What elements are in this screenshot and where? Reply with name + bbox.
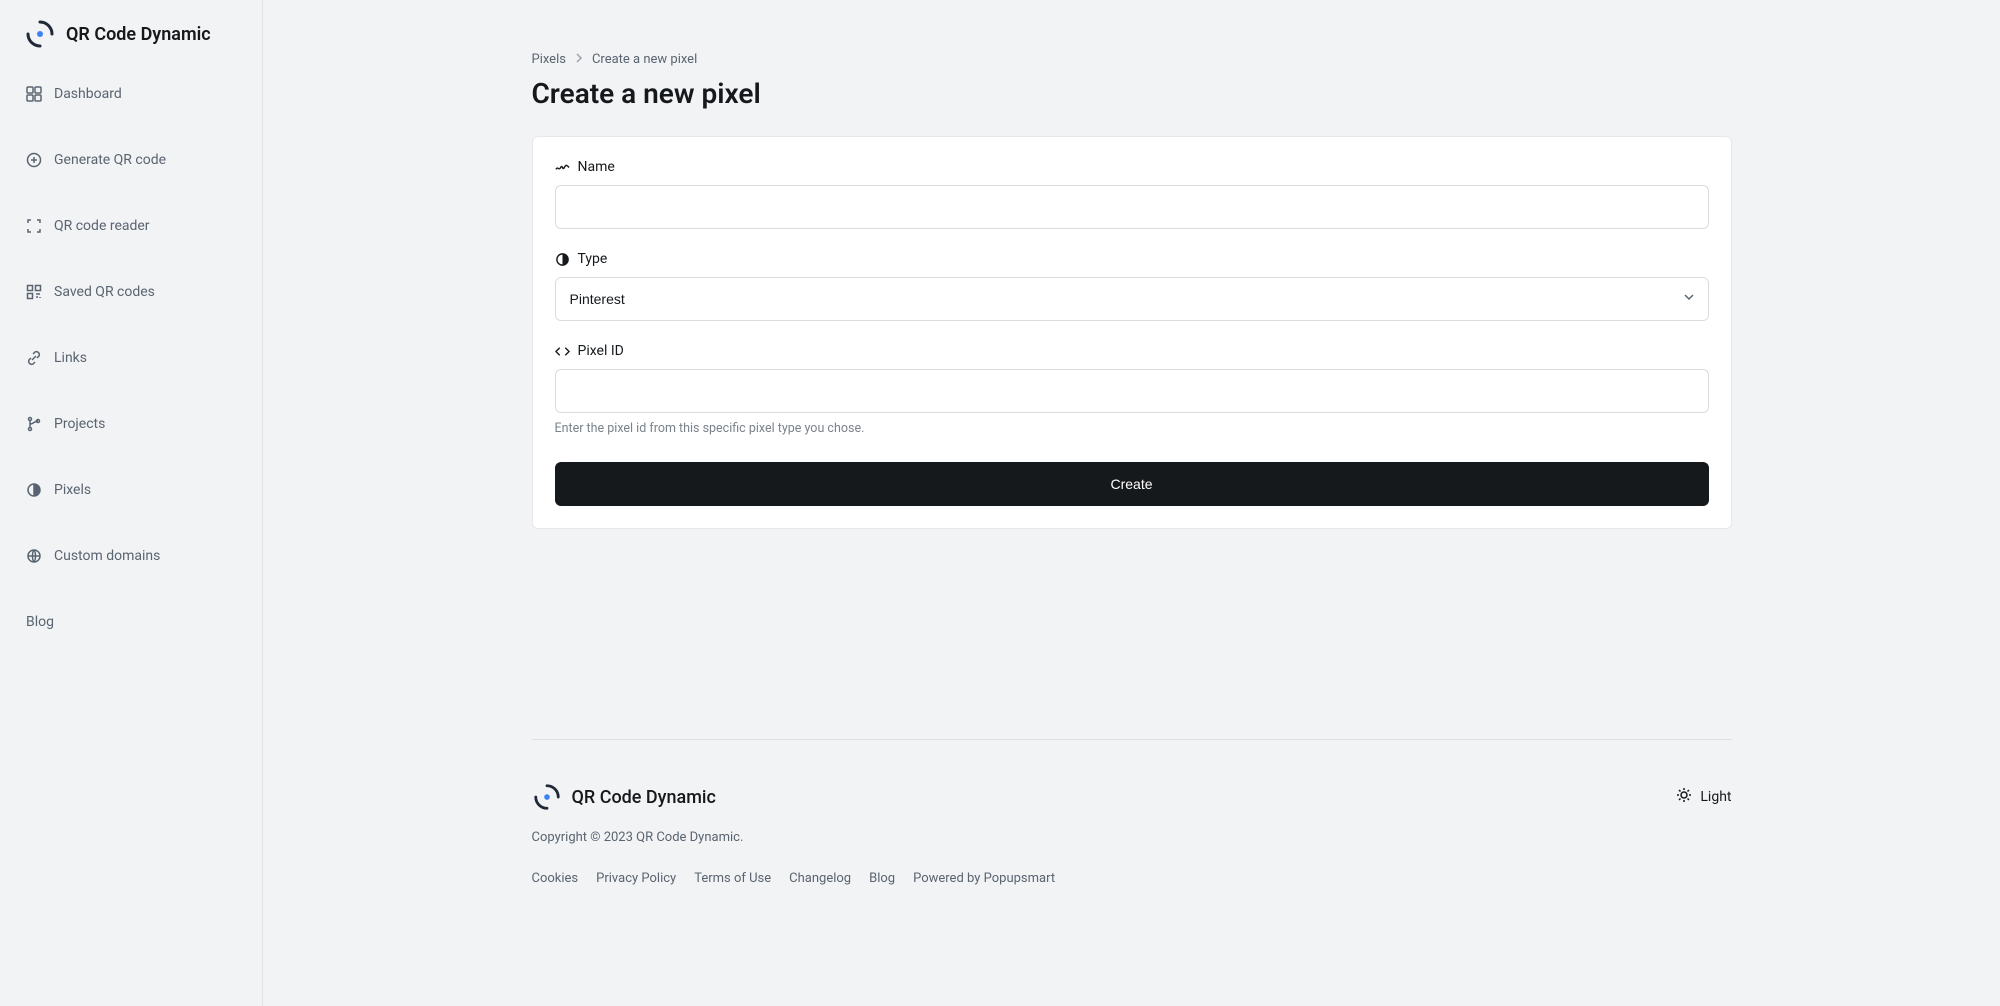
name-input[interactable] [555, 185, 1709, 229]
footer-links: Cookies Privacy Policy Terms of Use Chan… [532, 871, 1732, 886]
breadcrumb-pixels-link[interactable]: Pixels [532, 52, 566, 67]
sidebar-item-generate-qr[interactable]: Generate QR code [12, 138, 250, 182]
grid-icon [26, 86, 42, 102]
pixel-id-label: Pixel ID [555, 343, 1709, 359]
brand-name: QR Code Dynamic [66, 24, 211, 45]
form-group-pixel-id: Pixel ID Enter the pixel id from this sp… [555, 343, 1709, 436]
adjust-icon [555, 252, 570, 267]
brand-logo[interactable]: QR Code Dynamic [0, 18, 262, 72]
theme-toggle[interactable]: Light [1676, 787, 1731, 807]
branch-icon [26, 416, 42, 432]
breadcrumb: Pixels Create a new pixel [532, 0, 1732, 67]
footer-link-terms[interactable]: Terms of Use [694, 871, 771, 886]
sidebar-item-dashboard[interactable]: Dashboard [12, 72, 250, 116]
sun-icon [1676, 787, 1692, 807]
sidebar-item-projects[interactable]: Projects [12, 402, 250, 446]
page-title: Create a new pixel [532, 77, 1732, 110]
sidebar-item-pixels[interactable]: Pixels [12, 468, 250, 512]
scan-icon [26, 218, 42, 234]
breadcrumb-current: Create a new pixel [592, 52, 697, 67]
code-icon [555, 344, 570, 359]
plus-circle-icon [26, 152, 42, 168]
chevron-right-icon [574, 52, 584, 67]
signature-icon [555, 160, 570, 175]
adjust-icon [26, 482, 42, 498]
page-footer: QR Code Dynamic Light Copyright © 2023 Q… [532, 739, 1732, 1006]
theme-label: Light [1700, 789, 1731, 805]
sidebar-item-label: Links [54, 350, 87, 366]
type-select[interactable]: Pinterest [555, 277, 1709, 321]
logo-mark-icon [532, 782, 562, 812]
sidebar-item-label: Projects [54, 416, 105, 432]
footer-link-changelog[interactable]: Changelog [789, 871, 851, 886]
name-label: Name [555, 159, 1709, 175]
sidebar-nav: Dashboard Generate QR code QR code reade… [0, 72, 262, 664]
sidebar-item-qr-reader[interactable]: QR code reader [12, 204, 250, 248]
link-icon [26, 350, 42, 366]
footer-link-blog[interactable]: Blog [869, 871, 895, 886]
form-group-type: Type Pinterest [555, 251, 1709, 321]
sidebar-item-label: QR code reader [54, 218, 150, 234]
sidebar-item-label: Pixels [54, 482, 91, 498]
sidebar: QR Code Dynamic Dashboard Generate QR co… [0, 0, 263, 1006]
sidebar-item-blog[interactable]: Blog [12, 600, 250, 644]
logo-mark-icon [24, 18, 56, 50]
sidebar-item-label: Blog [26, 614, 54, 630]
form-group-name: Name [555, 159, 1709, 229]
sidebar-item-saved-qr[interactable]: Saved QR codes [12, 270, 250, 314]
sidebar-item-label: Generate QR code [54, 152, 166, 168]
copyright-text: Copyright © 2023 QR Code Dynamic. [532, 830, 1732, 845]
sidebar-item-label: Custom domains [54, 548, 160, 564]
sidebar-item-links[interactable]: Links [12, 336, 250, 380]
pixel-id-input[interactable] [555, 369, 1709, 413]
create-button[interactable]: Create [555, 462, 1709, 506]
pixel-id-help-text: Enter the pixel id from this specific pi… [555, 421, 1709, 436]
sidebar-item-custom-domains[interactable]: Custom domains [12, 534, 250, 578]
footer-link-privacy[interactable]: Privacy Policy [596, 871, 676, 886]
footer-logo[interactable]: QR Code Dynamic [532, 782, 716, 812]
create-pixel-form-card: Name Type Pinterest [532, 136, 1732, 529]
qr-icon [26, 284, 42, 300]
sidebar-item-label: Dashboard [54, 86, 122, 102]
footer-brand-name: QR Code Dynamic [572, 787, 716, 808]
footer-link-popupsmart[interactable]: Powered by Popupsmart [913, 871, 1055, 886]
footer-link-cookies[interactable]: Cookies [532, 871, 579, 886]
sidebar-item-label: Saved QR codes [54, 284, 155, 300]
globe-icon [26, 548, 42, 564]
main-content: Pixels Create a new pixel Create a new p… [263, 0, 2000, 1006]
type-label: Type [555, 251, 1709, 267]
